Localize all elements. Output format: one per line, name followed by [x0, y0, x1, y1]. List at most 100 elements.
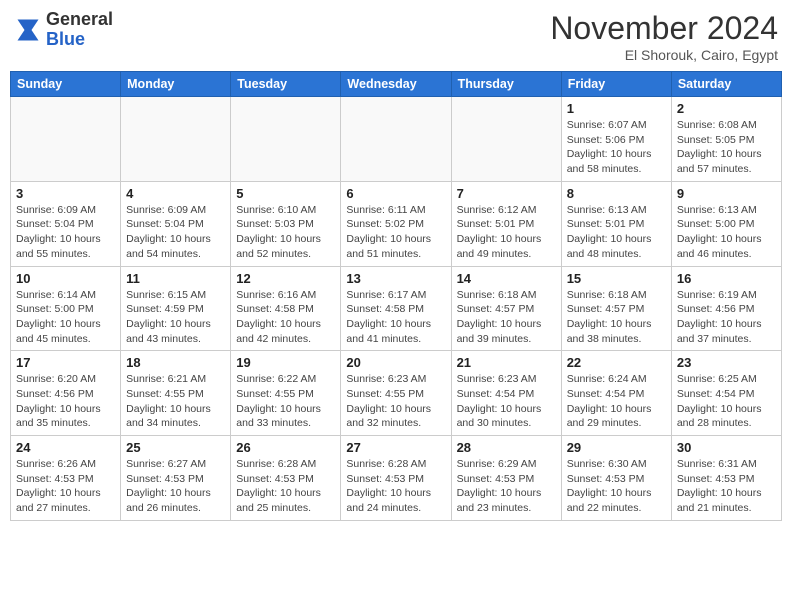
weekday-header-tuesday: Tuesday — [231, 72, 341, 97]
day-number: 28 — [457, 440, 556, 455]
calendar-cell: 7 Sunrise: 6:12 AMSunset: 5:01 PMDaylight… — [451, 181, 561, 266]
day-number: 25 — [126, 440, 225, 455]
calendar-cell: 8 Sunrise: 6:13 AMSunset: 5:01 PMDaylight… — [561, 181, 671, 266]
day-info: Sunrise: 6:25 AMSunset: 4:54 PMDaylight:… — [677, 372, 776, 431]
day-info: Sunrise: 6:14 AMSunset: 5:00 PMDaylight:… — [16, 288, 115, 347]
day-info: Sunrise: 6:09 AMSunset: 5:04 PMDaylight:… — [126, 203, 225, 262]
weekday-header-sunday: Sunday — [11, 72, 121, 97]
page-header: General Blue November 2024 El Shorouk, C… — [10, 10, 782, 63]
calendar-cell: 1 Sunrise: 6:07 AMSunset: 5:06 PMDaylight… — [561, 97, 671, 182]
weekday-header-wednesday: Wednesday — [341, 72, 451, 97]
day-info: Sunrise: 6:29 AMSunset: 4:53 PMDaylight:… — [457, 457, 556, 516]
day-info: Sunrise: 6:28 AMSunset: 4:53 PMDaylight:… — [346, 457, 445, 516]
day-info: Sunrise: 6:13 AMSunset: 5:00 PMDaylight:… — [677, 203, 776, 262]
day-number: 8 — [567, 186, 666, 201]
calendar-table: SundayMondayTuesdayWednesdayThursdayFrid… — [10, 71, 782, 521]
week-row-3: 10Sunrise: 6:14 AMSunset: 5:00 PMDayligh… — [11, 266, 782, 351]
calendar-cell: 28 Sunrise: 6:29 AMSunset: 4:53 PMDayligh… — [451, 436, 561, 521]
day-number: 22 — [567, 355, 666, 370]
day-number: 12 — [236, 271, 335, 286]
calendar-cell: 18Sunrise: 6:21 AMSunset: 4:55 PMDayligh… — [121, 351, 231, 436]
day-info: Sunrise: 6:07 AMSunset: 5:06 PMDaylight:… — [567, 118, 666, 177]
day-info: Sunrise: 6:26 AMSunset: 4:53 PMDaylight:… — [16, 457, 115, 516]
calendar-cell — [231, 97, 341, 182]
day-number: 27 — [346, 440, 445, 455]
day-info: Sunrise: 6:28 AMSunset: 4:53 PMDaylight:… — [236, 457, 335, 516]
calendar-cell — [121, 97, 231, 182]
calendar-cell: 14Sunrise: 6:18 AMSunset: 4:57 PMDayligh… — [451, 266, 561, 351]
day-number: 14 — [457, 271, 556, 286]
day-info: Sunrise: 6:24 AMSunset: 4:54 PMDaylight:… — [567, 372, 666, 431]
day-number: 26 — [236, 440, 335, 455]
calendar-cell: 5Sunrise: 6:10 AMSunset: 5:03 PMDaylight… — [231, 181, 341, 266]
day-number: 13 — [346, 271, 445, 286]
day-info: Sunrise: 6:09 AMSunset: 5:04 PMDaylight:… — [16, 203, 115, 262]
day-info: Sunrise: 6:08 AMSunset: 5:05 PMDaylight:… — [677, 118, 776, 177]
day-info: Sunrise: 6:23 AMSunset: 4:54 PMDaylight:… — [457, 372, 556, 431]
day-number: 7 — [457, 186, 556, 201]
day-number: 9 — [677, 186, 776, 201]
day-number: 16 — [677, 271, 776, 286]
location: El Shorouk, Cairo, Egypt — [550, 47, 778, 63]
calendar-cell: 22 Sunrise: 6:24 AMSunset: 4:54 PMDayligh… — [561, 351, 671, 436]
calendar-cell: 2 Sunrise: 6:08 AMSunset: 5:05 PMDaylight… — [671, 97, 781, 182]
day-info: Sunrise: 6:18 AMSunset: 4:57 PMDaylight:… — [567, 288, 666, 347]
month-title: November 2024 — [550, 10, 778, 47]
calendar-cell: 21Sunrise: 6:23 AMSunset: 4:54 PMDayligh… — [451, 351, 561, 436]
calendar-cell: 11 Sunrise: 6:15 AMSunset: 4:59 PMDayligh… — [121, 266, 231, 351]
day-number: 3 — [16, 186, 115, 201]
weekday-header-thursday: Thursday — [451, 72, 561, 97]
day-number: 17 — [16, 355, 115, 370]
day-info: Sunrise: 6:23 AMSunset: 4:55 PMDaylight:… — [346, 372, 445, 431]
weekday-header-row: SundayMondayTuesdayWednesdayThursdayFrid… — [11, 72, 782, 97]
weekday-header-saturday: Saturday — [671, 72, 781, 97]
day-info: Sunrise: 6:19 AMSunset: 4:56 PMDaylight:… — [677, 288, 776, 347]
day-number: 1 — [567, 101, 666, 116]
calendar-cell: 9 Sunrise: 6:13 AMSunset: 5:00 PMDaylight… — [671, 181, 781, 266]
day-info: Sunrise: 6:11 AMSunset: 5:02 PMDaylight:… — [346, 203, 445, 262]
calendar-cell: 29 Sunrise: 6:30 AMSunset: 4:53 PMDayligh… — [561, 436, 671, 521]
day-number: 2 — [677, 101, 776, 116]
calendar-cell — [451, 97, 561, 182]
weekday-header-monday: Monday — [121, 72, 231, 97]
calendar-cell — [11, 97, 121, 182]
calendar-cell — [341, 97, 451, 182]
day-info: Sunrise: 6:31 AMSunset: 4:53 PMDaylight:… — [677, 457, 776, 516]
calendar-cell: 4 Sunrise: 6:09 AMSunset: 5:04 PMDaylight… — [121, 181, 231, 266]
calendar-cell: 26 Sunrise: 6:28 AMSunset: 4:53 PMDayligh… — [231, 436, 341, 521]
day-info: Sunrise: 6:12 AMSunset: 5:01 PMDaylight:… — [457, 203, 556, 262]
day-number: 11 — [126, 271, 225, 286]
calendar-cell: 13 Sunrise: 6:17 AMSunset: 4:58 PMDayligh… — [341, 266, 451, 351]
calendar-cell: 23Sunrise: 6:25 AMSunset: 4:54 PMDayligh… — [671, 351, 781, 436]
day-info: Sunrise: 6:15 AMSunset: 4:59 PMDaylight:… — [126, 288, 225, 347]
day-number: 6 — [346, 186, 445, 201]
day-number: 30 — [677, 440, 776, 455]
calendar-cell: 27 Sunrise: 6:28 AMSunset: 4:53 PMDayligh… — [341, 436, 451, 521]
day-info: Sunrise: 6:30 AMSunset: 4:53 PMDaylight:… — [567, 457, 666, 516]
day-info: Sunrise: 6:17 AMSunset: 4:58 PMDaylight:… — [346, 288, 445, 347]
day-info: Sunrise: 6:13 AMSunset: 5:01 PMDaylight:… — [567, 203, 666, 262]
calendar-cell: 16 Sunrise: 6:19 AMSunset: 4:56 PMDayligh… — [671, 266, 781, 351]
day-number: 15 — [567, 271, 666, 286]
logo: General Blue — [14, 10, 113, 50]
weekday-header-friday: Friday — [561, 72, 671, 97]
day-number: 24 — [16, 440, 115, 455]
calendar-cell: 15 Sunrise: 6:18 AMSunset: 4:57 PMDayligh… — [561, 266, 671, 351]
calendar-cell: 6 Sunrise: 6:11 AMSunset: 5:02 PMDaylight… — [341, 181, 451, 266]
calendar-cell: 25Sunrise: 6:27 AMSunset: 4:53 PMDayligh… — [121, 436, 231, 521]
week-row-2: 3 Sunrise: 6:09 AMSunset: 5:04 PMDaylight… — [11, 181, 782, 266]
day-number: 4 — [126, 186, 225, 201]
day-info: Sunrise: 6:20 AMSunset: 4:56 PMDaylight:… — [16, 372, 115, 431]
day-info: Sunrise: 6:16 AMSunset: 4:58 PMDaylight:… — [236, 288, 335, 347]
logo-icon — [14, 16, 42, 44]
calendar-cell: 10Sunrise: 6:14 AMSunset: 5:00 PMDayligh… — [11, 266, 121, 351]
day-number: 19 — [236, 355, 335, 370]
calendar-cell: 30 Sunrise: 6:31 AMSunset: 4:53 PMDayligh… — [671, 436, 781, 521]
day-number: 20 — [346, 355, 445, 370]
calendar-cell: 20 Sunrise: 6:23 AMSunset: 4:55 PMDayligh… — [341, 351, 451, 436]
week-row-5: 24 Sunrise: 6:26 AMSunset: 4:53 PMDayligh… — [11, 436, 782, 521]
day-number: 29 — [567, 440, 666, 455]
day-number: 5 — [236, 186, 335, 201]
day-number: 18 — [126, 355, 225, 370]
week-row-4: 17 Sunrise: 6:20 AMSunset: 4:56 PMDayligh… — [11, 351, 782, 436]
